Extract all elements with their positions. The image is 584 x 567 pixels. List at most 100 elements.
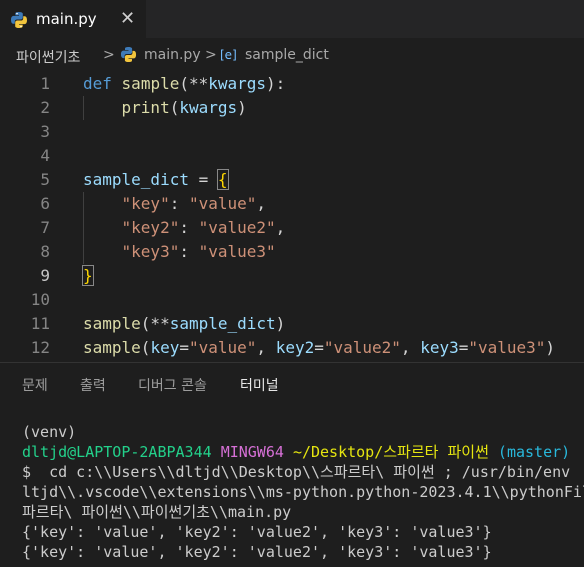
code-text: "key2": "value2", [83,216,286,240]
terminal-line: $ cd c:\\Users\\dltjd\\Desktop\\스파르타\ 파이… [22,462,570,482]
code-token: sample [121,74,180,93]
code-token: "value3" [198,242,276,261]
code-token: sample_dict [169,314,276,333]
code-token: ) [545,338,556,357]
code-token: print [121,98,170,117]
code-token: , [400,338,421,357]
code-text: sample(key="value", key2="value2", key3=… [83,336,555,360]
terminal-token: 파르타\ 파이썬\\파이썬기초\\main.py [22,503,292,521]
terminal-line: {'key': 'value', 'key2': 'value2', 'key3… [22,522,492,542]
code-token: "value" [188,194,257,213]
code-line[interactable]: 5 sample_dict = { [0,168,584,192]
variable-symbol-icon: [e] [220,48,237,62]
python-icon [10,11,28,33]
terminal-token: (venv) [22,423,77,441]
panel-tab-bar: 문제 출력 디버그 콘솔 터미널 [0,362,584,406]
code-line[interactable]: 4 [0,144,584,168]
code-text: def sample(**kwargs): [83,72,285,96]
code-line[interactable]: 11 sample(**sample_dict) [0,312,584,336]
code-token: "value2" [198,218,276,237]
terminal-token: (master) [497,443,571,461]
code-token: : [169,194,189,213]
terminal-line: ltjd\\.vscode\\extensions\\ms-python.pyt… [22,482,584,502]
close-icon[interactable]: ✕ [120,8,135,29]
code-line[interactable]: 2 print(kwargs) [0,96,584,120]
code-token: def [83,74,112,93]
code-text: sample_dict = { [83,168,229,192]
code-token: (** [140,314,170,333]
code-line[interactable]: 7 "key2": "value2", [0,216,584,240]
code-text: } [82,264,94,288]
code-token: = [179,338,189,357]
line-number: 11 [30,314,50,333]
code-line[interactable]: 6 "key": "value", [0,192,584,216]
panel-tab[interactable]: 출력 [80,375,106,395]
code-token: "key3" [121,242,180,261]
code-token: "value2" [323,338,401,357]
code-line[interactable]: 9} [0,264,584,288]
terminal-token: dltjd@LAPTOP-2ABPA344 [22,443,212,461]
chevron-right-icon: > [103,47,115,63]
code-line[interactable]: 3 [0,120,584,144]
code-line[interactable]: 10 [0,288,584,312]
code-token: sample [83,338,141,357]
line-number: 8 [40,242,50,261]
terminal-token: ltjd\\.vscode\\extensions\\ms-python.pyt… [22,483,584,501]
code-token: , [256,194,267,213]
terminal-line: (venv) [22,422,76,442]
tab-main-py[interactable]: main.py ✕ [0,0,146,39]
code-line[interactable]: 8 "key3": "value3" [0,240,584,264]
editor-tab-bar: main.py ✕ [0,0,584,39]
code-token: kwargs [179,98,238,117]
code-token: ( [169,98,180,117]
code-token: key [150,338,180,357]
python-icon [120,46,137,67]
terminal-line: 파르타\ 파이썬\\파이썬기초\\main.py [22,502,291,522]
breadcrumb: 파이썬기초 > main.py > [e] sample_dict [0,38,584,72]
code-line[interactable]: 1 def sample(**kwargs): [0,72,584,96]
code-token: "value3" [468,338,546,357]
code-token: = [314,338,324,357]
line-number: 5 [40,170,50,189]
code-text: print(kwargs) [83,96,247,120]
line-number: 6 [40,194,50,213]
breadcrumb-file[interactable]: main.py [144,47,201,63]
panel-tab[interactable]: 문제 [22,375,48,395]
code-text: "key3": "value3" [83,240,276,264]
tab-title: main.py [36,10,97,28]
breadcrumb-folder[interactable]: 파이썬기초 [16,47,80,67]
breadcrumb-symbol[interactable]: sample_dict [245,47,329,63]
code-token: sample [83,314,141,333]
terminal-token: {'key': 'value', 'key2': 'value2', 'key3… [22,523,492,541]
line-number: 3 [40,122,50,141]
terminal-token: $ cd c:\\Users\\dltjd\\Desktop\\스파르타\ 파이… [22,463,571,481]
panel-tab[interactable]: 터미널 [240,375,279,406]
line-number: 7 [40,218,50,237]
line-number: 9 [40,266,50,285]
terminal-line: {'key': 'value', 'key2': 'value2', 'key3… [22,542,492,562]
panel-tab[interactable]: 디버그 콘솔 [138,375,207,395]
code-token: ) [237,98,247,117]
code-token: , [256,338,276,357]
code-token: , [275,218,286,237]
code-token: ( [140,338,151,357]
code-token: "key2" [121,218,180,237]
terminal-output[interactable]: (venv) dltjd@LAPTOP-2ABPA344 MINGW64 ~/De… [0,404,584,567]
code-editor[interactable]: 1 def sample(**kwargs): 2 print(kwargs) 3 4 5… [0,72,584,362]
code-token: (** [179,74,209,93]
code-token: "key" [121,194,170,213]
terminal-line: dltjd@LAPTOP-2ABPA344 MINGW64 ~/Desktop/… [22,442,570,462]
code-line[interactable]: 12 sample(key="value", key2="value2", key… [0,336,584,360]
code-token: : [179,218,199,237]
code-token: ) [275,314,286,333]
code-token: "value" [188,338,257,357]
code-token: kwargs [208,74,267,93]
